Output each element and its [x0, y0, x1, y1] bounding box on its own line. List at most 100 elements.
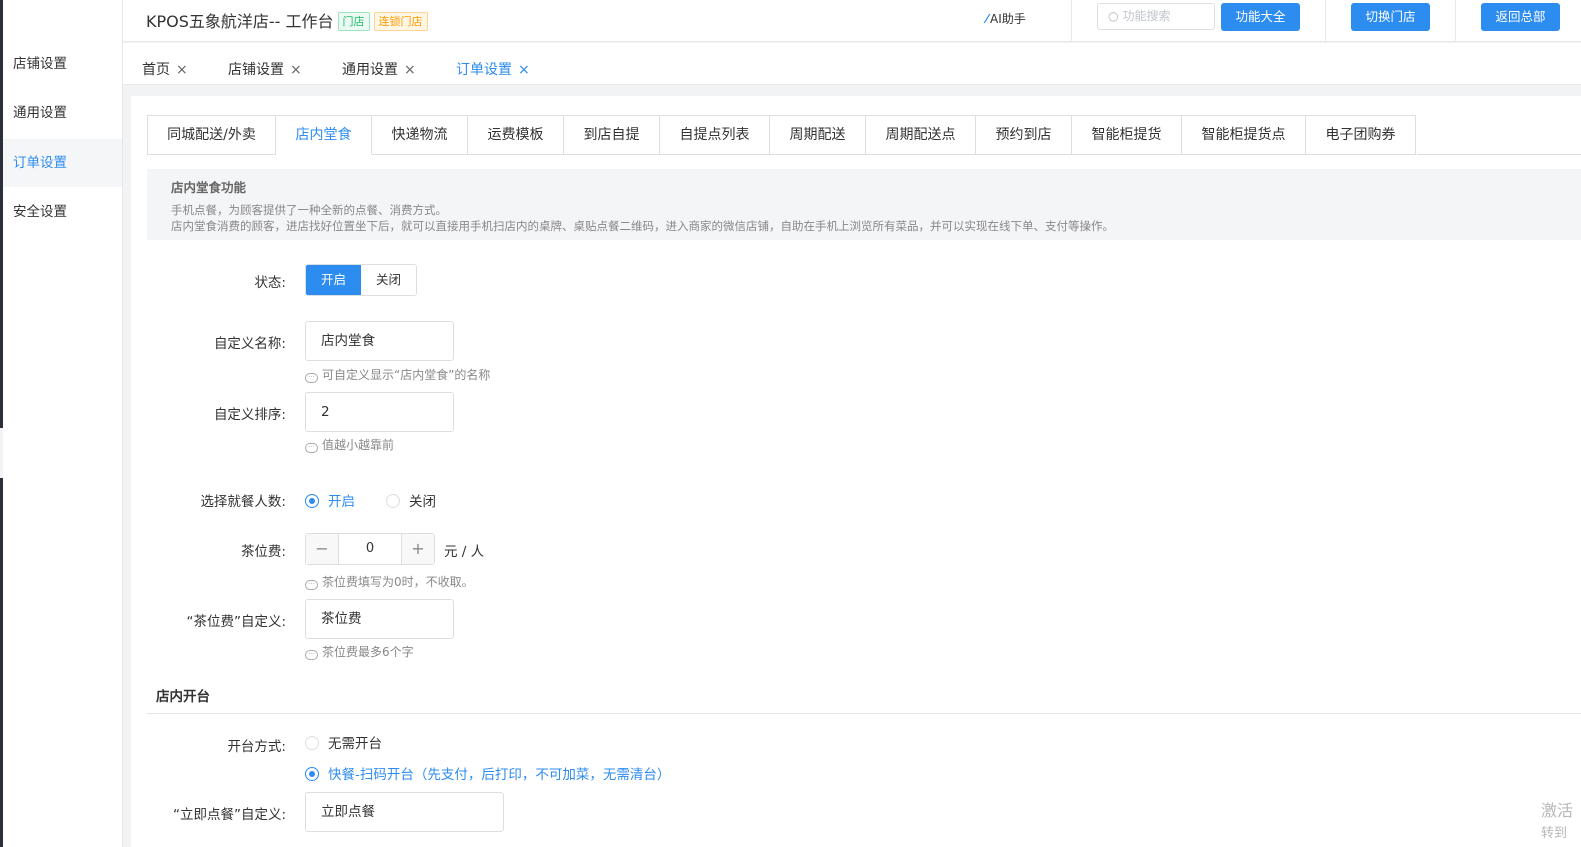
custom-name-label: 自定义名称: — [213, 336, 286, 352]
sidebar: 店铺设置 通用设置 订单设置 安全设置 — [3, 0, 123, 847]
tea-fee-stepper: − 0 + — [305, 533, 435, 565]
sort-hint: ··· 值越小越靠前 — [305, 436, 394, 453]
tea-fee-label: 茶位费: — [240, 544, 286, 560]
header-divider — [1455, 0, 1456, 42]
sidebar-item-general-settings[interactable]: 通用设置 — [3, 89, 122, 137]
app-root: 店铺设置 通用设置 订单设置 安全设置 KPOS五象航洋店-- 工作台 门店 连锁门… — [0, 0, 1581, 847]
increment-button[interactable]: + — [402, 534, 434, 564]
subtab-reservation[interactable]: 预约到店 — [976, 115, 1072, 155]
diners-label: 选择就餐人数: — [200, 494, 286, 510]
tab-home[interactable]: 首页 × — [142, 59, 188, 79]
header-divider — [1071, 0, 1072, 42]
subtab-smart-locker-points[interactable]: 智能柜提货点 — [1182, 115, 1306, 155]
subtab-baseline — [1417, 154, 1581, 155]
ai-assistant-button[interactable]: ⁄ AI助手 — [986, 10, 1026, 27]
activation-watermark: 激活 — [1541, 801, 1574, 820]
subtab-local-delivery[interactable]: 同城配送/外卖 — [147, 115, 276, 155]
status-toggle: 开启 关闭 — [305, 264, 417, 296]
comment-icon: ··· — [305, 650, 318, 660]
ai-assistant-label: AI助手 — [990, 12, 1026, 26]
all-functions-button[interactable]: 功能大全 — [1221, 3, 1300, 31]
tea-fee-custom-label: “茶位费”自定义: — [186, 614, 286, 630]
close-icon[interactable]: × — [404, 62, 416, 78]
radio-unchecked-icon — [386, 494, 400, 508]
subtab-smart-locker[interactable]: 智能柜提货 — [1072, 115, 1182, 155]
order-now-label: “立即点餐”自定义: — [172, 807, 286, 823]
sort-label: 自定义排序: — [213, 407, 286, 423]
status-on-button[interactable]: 开启 — [306, 265, 361, 295]
sidebar-item-store-settings[interactable]: 店铺设置 — [3, 40, 122, 88]
custom-name-input[interactable]: 店内堂食 — [305, 321, 454, 361]
search-icon: ○ — [1108, 9, 1119, 23]
page-tab-bar: 首页 × 店铺设置 × 通用设置 × 订单设置 × — [123, 43, 1581, 85]
decrement-button[interactable]: − — [306, 534, 338, 564]
comment-icon: ··· — [305, 580, 318, 590]
tab-label: 订单设置 — [456, 62, 512, 78]
feature-info-box: 店内堂食功能 手机点餐，为顾客提供了一种全新的点餐、消费方式。 店内堂食消费的顾… — [147, 169, 1581, 240]
diners-on-radio[interactable]: 开启 — [305, 490, 355, 510]
close-icon[interactable]: × — [290, 62, 302, 78]
tea-fee-input[interactable]: 0 — [338, 534, 402, 564]
tea-fee-custom-hint-text: 茶位费最多6个字 — [322, 645, 414, 659]
sort-hint-text: 值越小越靠前 — [322, 438, 395, 452]
diners-off-label: 关闭 — [409, 494, 436, 510]
section-title-open-table: 店内开台 — [156, 689, 210, 705]
comment-icon: ··· — [305, 373, 318, 383]
tab-order-settings[interactable]: 订单设置 × — [456, 59, 530, 79]
tea-fee-unit: 元 / 人 — [444, 544, 485, 560]
open-mode-label: 开台方式: — [227, 739, 286, 755]
activation-watermark-sub: 转到 — [1541, 826, 1568, 841]
switch-store-button[interactable]: 切换门店 — [1351, 3, 1430, 31]
diners-off-radio[interactable]: 关闭 — [386, 490, 436, 510]
back-to-hq-button[interactable]: 返回总部 — [1481, 3, 1560, 31]
function-search-input[interactable]: ○ 功能搜索 — [1097, 3, 1215, 30]
subtab-periodic-delivery-points[interactable]: 周期配送点 — [866, 115, 976, 155]
sidebar-item-order-settings[interactable]: 订单设置 — [3, 139, 122, 187]
diners-on-label: 开启 — [328, 494, 355, 510]
tea-fee-hint-text: 茶位费填写为0时，不收取。 — [322, 575, 474, 589]
close-icon[interactable]: × — [176, 62, 188, 78]
top-header: KPOS五象航洋店-- 工作台 门店 连锁门店 ⁄ AI助手 ○ 功能搜索 功能大全 切… — [123, 0, 1581, 42]
open-mode-quick-radio[interactable]: 快餐-扫码开台（先支付，后打印，不可加菜，无需清台） — [305, 763, 670, 783]
content-panel: 同城配送/外卖 店内堂食 快递物流 运费模板 到店自提 自提点列表 周期配送 周… — [131, 96, 1581, 847]
subtab-pickup-points[interactable]: 自提点列表 — [660, 115, 770, 155]
page-title: KPOS五象航洋店-- 工作台 门店 连锁门店 — [146, 8, 428, 32]
status-label: 状态: — [254, 275, 286, 291]
info-line-1: 手机点餐，为顾客提供了一种全新的点餐、消费方式。 — [171, 203, 447, 217]
subtab-periodic-delivery[interactable]: 周期配送 — [770, 115, 866, 155]
info-title: 店内堂食功能 — [171, 180, 247, 195]
order-now-input[interactable]: 立即点餐 — [305, 792, 504, 832]
close-icon[interactable]: × — [518, 62, 530, 78]
tab-label: 通用设置 — [342, 62, 398, 78]
open-mode-quick-label: 快餐-扫码开台（先支付，后打印，不可加菜，无需清台） — [328, 767, 671, 783]
store-badge: 门店 — [337, 12, 370, 31]
tab-general-settings[interactable]: 通用设置 × — [342, 59, 416, 79]
subtab-shipping-template[interactable]: 运费模板 — [468, 115, 564, 155]
sidebar-item-security-settings[interactable]: 安全设置 — [3, 188, 122, 236]
order-settings-subtabs: 同城配送/外卖 店内堂食 快递物流 运费模板 到店自提 自提点列表 周期配送 周… — [147, 115, 1416, 155]
radio-unchecked-icon — [305, 736, 319, 750]
tea-fee-custom-input[interactable]: 茶位费 — [305, 599, 454, 639]
subtab-e-voucher[interactable]: 电子团购券 — [1306, 115, 1416, 155]
open-mode-none-radio[interactable]: 无需开台 — [305, 732, 382, 752]
subtab-self-pickup[interactable]: 到店自提 — [564, 115, 660, 155]
custom-name-hint-text: 可自定义显示“店内堂食”的名称 — [322, 368, 491, 382]
tab-store-settings[interactable]: 店铺设置 × — [228, 59, 302, 79]
open-mode-none-label: 无需开台 — [328, 736, 382, 752]
tea-fee-hint: ··· 茶位费填写为0时，不收取。 — [305, 573, 474, 590]
sort-input[interactable]: 2 — [305, 392, 454, 432]
tea-fee-custom-hint: ··· 茶位费最多6个字 — [305, 643, 414, 660]
radio-checked-icon — [305, 494, 319, 508]
status-off-button[interactable]: 关闭 — [361, 265, 416, 295]
section-divider — [147, 713, 1581, 714]
subtab-express[interactable]: 快递物流 — [372, 115, 468, 155]
header-divider — [1325, 0, 1326, 42]
subtab-dine-in[interactable]: 店内堂食 — [276, 115, 372, 155]
comment-icon: ··· — [305, 443, 318, 453]
magic-wand-icon: ⁄ — [986, 12, 989, 26]
shop-title-text: KPOS五象航洋店-- 工作台 — [146, 12, 334, 31]
search-placeholder: 功能搜索 — [1122, 9, 1171, 23]
tab-label: 首页 — [142, 62, 170, 78]
radio-checked-icon — [305, 767, 319, 781]
chain-store-badge: 连锁门店 — [373, 12, 428, 31]
